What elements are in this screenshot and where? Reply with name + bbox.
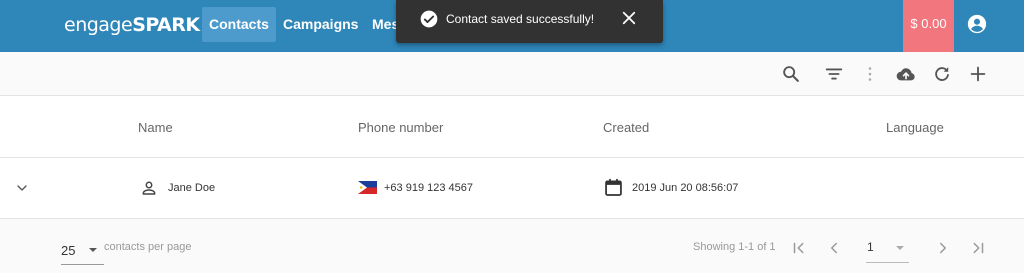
contact-created: 2019 Jun 20 08:56:07 [632,182,739,194]
close-icon[interactable] [620,9,638,27]
nav-campaigns[interactable]: Campaigns [276,7,365,42]
person-icon [142,181,156,195]
logo-prefix: engage [64,14,133,36]
balance-button[interactable]: $ 0.00 [903,0,954,52]
contact-phone: +63 919 123 4567 [384,182,474,194]
nav-contacts[interactable]: Contacts [202,7,276,42]
column-header-created[interactable]: Created [603,120,649,135]
toast-message: Contact saved successfully! [446,12,595,26]
search-icon[interactable] [780,63,802,85]
filter-icon[interactable] [823,63,845,85]
contact-name[interactable]: Jane Doe [168,182,215,194]
page-dropdown-arrow-icon[interactable] [894,243,906,253]
column-header-language[interactable]: Language [886,120,944,135]
check-circle-icon [420,10,438,28]
per-page-underline [61,264,104,265]
dropdown-arrow-icon[interactable] [87,245,99,255]
engagespark-logo[interactable]: engageSPARK [64,14,200,36]
next-page-icon[interactable] [934,239,952,257]
first-page-icon[interactable] [790,239,808,257]
account-circle-icon[interactable] [966,13,988,35]
refresh-icon[interactable] [931,63,953,85]
per-page-value[interactable]: 25 [61,243,75,258]
showing-range: Showing 1-1 of 1 [693,241,776,253]
cloud-upload-icon[interactable] [895,63,917,85]
previous-page-icon[interactable] [825,239,843,257]
chevron-down-icon[interactable] [14,180,30,196]
per-page-label: contacts per page [104,241,192,253]
column-header-name[interactable]: Name [138,120,173,135]
more-vertical-icon[interactable] [859,63,881,85]
last-page-icon[interactable] [969,239,987,257]
calendar-icon [605,178,622,196]
column-header-phone[interactable]: Phone number [358,120,443,135]
page-select-underline [866,262,909,263]
add-icon[interactable] [967,63,989,85]
logo-suffix: SPARK [132,14,200,36]
philippines-flag-icon [358,181,377,194]
page-select-value[interactable]: 1 [867,240,874,254]
